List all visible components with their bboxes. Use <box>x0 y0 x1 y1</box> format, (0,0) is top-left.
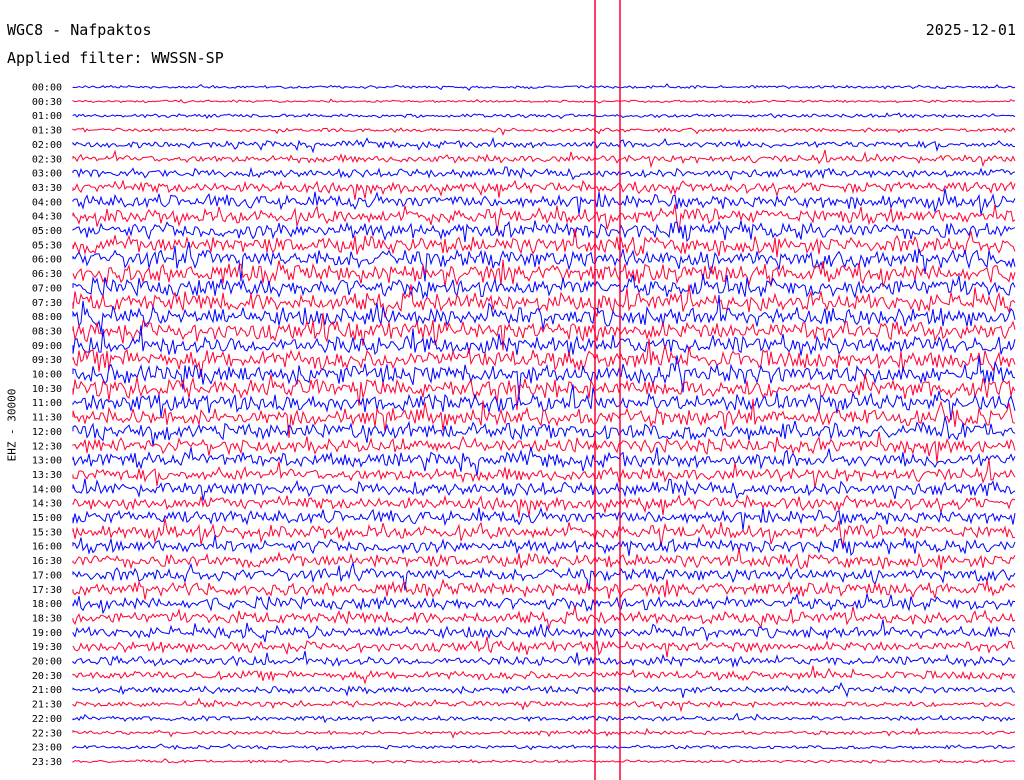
row-time-label: 22:00 <box>32 714 62 725</box>
row-time-label: 21:00 <box>32 685 62 696</box>
row-time-label: 03:30 <box>32 183 62 194</box>
seismic-trace-row <box>72 665 1016 685</box>
seismic-trace-row <box>72 259 1016 288</box>
row-time-label: 20:00 <box>32 657 62 668</box>
seismic-trace-row <box>72 518 1016 548</box>
row-time-label: 22:30 <box>32 728 62 739</box>
seismic-trace-row <box>72 273 1016 300</box>
seismic-trace-row <box>72 681 1016 698</box>
seismic-trace-row <box>72 606 1016 630</box>
row-time-label: 17:00 <box>32 570 62 581</box>
row-time-label: 02:30 <box>32 154 62 165</box>
seismic-trace-row <box>72 83 1016 91</box>
row-time-label: 12:30 <box>32 441 62 452</box>
seismic-trace-row <box>72 149 1016 169</box>
seismic-trace-row <box>72 416 1016 446</box>
row-time-label: 14:00 <box>32 484 62 495</box>
row-time-label: 13:30 <box>32 470 62 481</box>
row-time-label: 08:30 <box>32 326 62 337</box>
seismic-trace-row <box>72 636 1016 658</box>
seismic-trace-row <box>72 127 1016 136</box>
row-time-label: 00:00 <box>32 83 62 94</box>
row-time-label: 09:00 <box>32 341 62 352</box>
seismic-trace-row <box>72 98 1016 104</box>
seismic-trace-row <box>72 220 1016 243</box>
row-time-label: 19:00 <box>32 628 62 639</box>
seismic-trace-row <box>72 312 1016 351</box>
row-time-label: 01:30 <box>32 126 62 137</box>
row-time-label: 06:30 <box>32 269 62 280</box>
row-time-label: 18:30 <box>32 613 62 624</box>
row-time-label: 18:00 <box>32 599 62 610</box>
row-time-label: 04:00 <box>32 197 62 208</box>
row-time-label: 00:30 <box>32 97 62 108</box>
row-time-label: 10:30 <box>32 384 62 395</box>
seismic-trace-row <box>72 619 1016 643</box>
seismic-trace-row <box>72 506 1016 531</box>
seismic-trace-row <box>72 727 1016 739</box>
seismic-trace-row <box>72 478 1016 501</box>
row-time-label: 10:00 <box>32 370 62 381</box>
row-time-label: 04:30 <box>32 212 62 223</box>
row-time-label: 06:00 <box>32 255 62 266</box>
row-time-label: 15:30 <box>32 527 62 538</box>
row-time-label: 23:00 <box>32 743 62 754</box>
seismic-trace-row <box>72 561 1016 591</box>
row-time-label: 17:30 <box>32 585 62 596</box>
trace-group <box>72 83 1016 765</box>
seismic-trace-row <box>72 592 1016 615</box>
row-time-label: 05:00 <box>32 226 62 237</box>
row-time-label: 11:00 <box>32 398 62 409</box>
row-time-label: 01:00 <box>32 111 62 122</box>
seismic-trace-row <box>72 697 1016 713</box>
seismic-trace-row <box>72 112 1016 120</box>
seismic-trace-row <box>72 712 1016 724</box>
row-time-label: 07:30 <box>32 298 62 309</box>
seismic-trace-row <box>72 535 1016 557</box>
row-time-label: 03:00 <box>32 169 62 180</box>
seismic-trace-row <box>72 384 1016 421</box>
seismic-trace-row <box>72 758 1016 765</box>
seismic-trace-row <box>72 650 1016 669</box>
row-time-label: 07:00 <box>32 283 62 294</box>
row-time-label: 02:00 <box>32 140 62 151</box>
seismic-trace-row <box>72 188 1016 215</box>
time-label-group: 00:00 00:30 01:00 01:30 02:00 02:30 03:00 03:30… <box>32 83 62 768</box>
seismic-trace-row <box>72 136 1016 154</box>
seismic-trace-row <box>72 166 1016 182</box>
row-time-label: 15:00 <box>32 513 62 524</box>
helicorder-plot: 00:00 00:30 01:00 01:30 02:00 02:30 03:00 03:30… <box>32 0 1016 780</box>
row-time-label: 13:00 <box>32 456 62 467</box>
row-time-label: 21:30 <box>32 700 62 711</box>
row-time-label: 08:00 <box>32 312 62 323</box>
row-time-label: 16:30 <box>32 556 62 567</box>
row-time-label: 20:30 <box>32 671 62 682</box>
seismic-trace-row <box>72 743 1015 751</box>
row-time-label: 12:00 <box>32 427 62 438</box>
seismic-trace-row <box>72 547 1016 571</box>
row-time-label: 05:30 <box>32 240 62 251</box>
seismic-trace-row <box>72 338 1016 377</box>
row-time-label: 09:30 <box>32 355 62 366</box>
row-time-label: 11:30 <box>32 413 62 424</box>
seismic-trace-row <box>72 447 1016 477</box>
row-time-label: 19:30 <box>32 642 62 653</box>
seismic-trace-row <box>72 204 1016 233</box>
row-time-label: 23:30 <box>32 757 62 768</box>
row-time-label: 16:00 <box>32 542 62 553</box>
row-time-label: 14:30 <box>32 499 62 510</box>
